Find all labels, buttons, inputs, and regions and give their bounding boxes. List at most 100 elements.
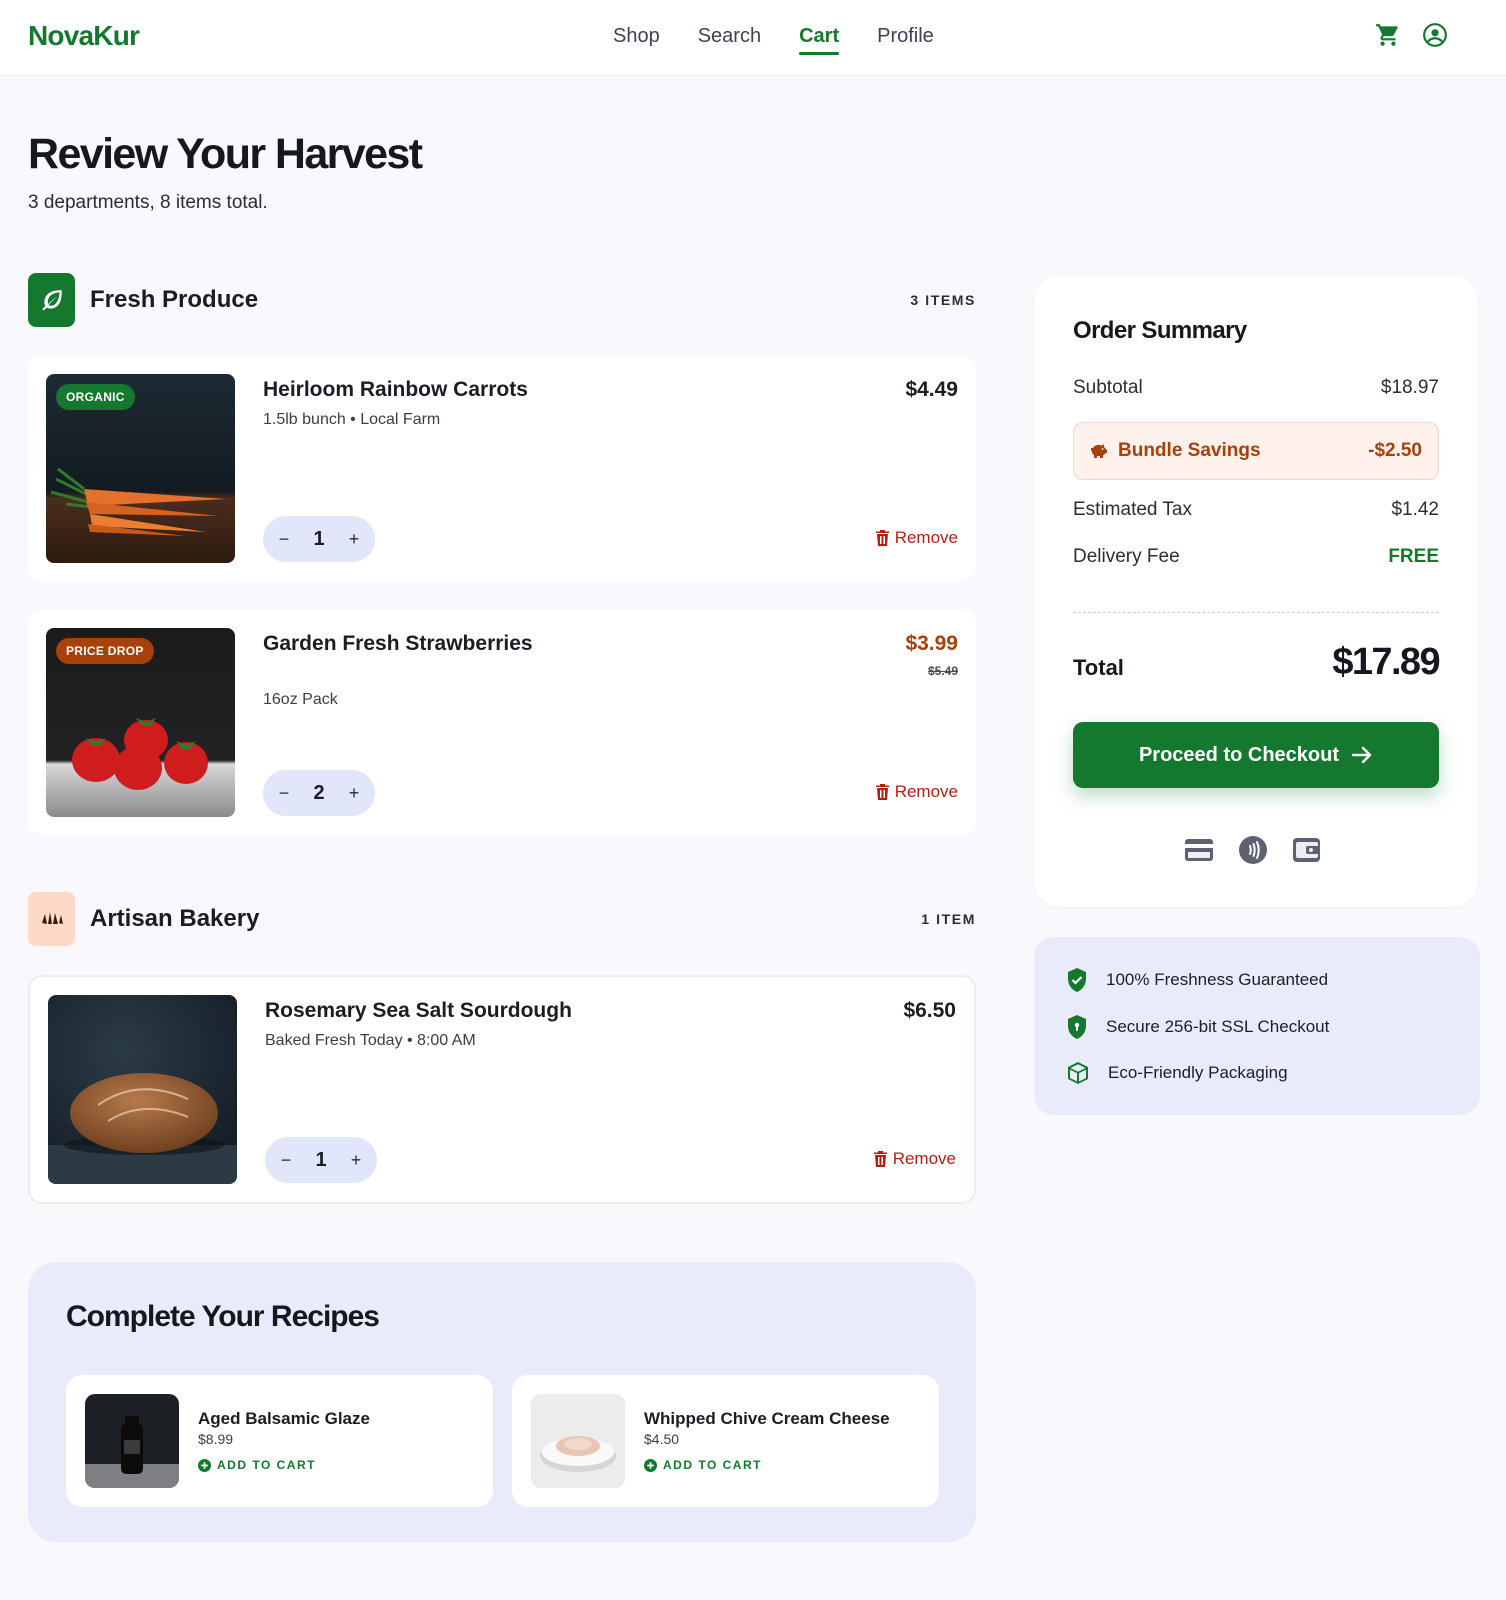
add-to-cart-label: ADD TO CART xyxy=(217,1458,316,1472)
quantity-value: 1 xyxy=(315,1148,327,1171)
product-badge: ORGANIC xyxy=(56,384,135,410)
quantity-value: 1 xyxy=(313,527,325,550)
summary-title: Order Summary xyxy=(1073,317,1247,344)
add-to-cart-label: ADD TO CART xyxy=(663,1458,762,1472)
trash-icon xyxy=(875,530,889,546)
add-to-cart-button[interactable]: ADD TO CART xyxy=(644,1458,762,1472)
department-header-produce: Fresh Produce 3 ITEMS xyxy=(28,273,976,327)
delivery-value: FREE xyxy=(1388,546,1439,567)
brand-logo[interactable]: NovaKur xyxy=(28,20,140,52)
product-name[interactable]: Heirloom Rainbow Carrots xyxy=(263,378,528,402)
credit-card-icon xyxy=(1185,839,1213,861)
product-price: $6.50 xyxy=(903,999,956,1022)
add-to-cart-button[interactable]: ADD TO CART xyxy=(198,1458,316,1472)
contactless-icon xyxy=(1239,836,1267,864)
trash-icon xyxy=(875,784,889,800)
shield-check-icon xyxy=(1068,968,1086,992)
cart-item-carrots: ORGANIC Heirloom Rainbow Carrots 1.5lb b… xyxy=(28,356,976,581)
product-name[interactable]: Rosemary Sea Salt Sourdough xyxy=(265,999,572,1023)
subtotal-value: $18.97 xyxy=(1380,377,1439,398)
nav-search[interactable]: Search xyxy=(698,25,761,48)
department-item-count: 3 ITEMS xyxy=(910,292,976,308)
nav-profile[interactable]: Profile xyxy=(877,25,934,48)
quantity-value: 2 xyxy=(313,781,325,804)
subtotal-label: Subtotal xyxy=(1073,377,1143,398)
tax-row: Estimated Tax $1.42 xyxy=(1073,499,1439,521)
increase-quantity-button[interactable]: + xyxy=(347,529,361,550)
department-item-count: 1 ITEM xyxy=(921,911,976,927)
product-meta: Baked Fresh Today • 8:00 AM xyxy=(265,1032,476,1049)
product-name[interactable]: Garden Fresh Strawberries xyxy=(263,632,533,656)
savings-value: -$2.50 xyxy=(1368,440,1422,461)
department-title: Fresh Produce xyxy=(90,286,259,313)
product-image-balsamic xyxy=(85,1394,179,1488)
nav-shop[interactable]: Shop xyxy=(613,25,660,48)
nav-cart[interactable]: Cart xyxy=(799,25,840,55)
total-value: $17.89 xyxy=(1332,641,1440,683)
product-image-strawberries[interactable]: PRICE DROP xyxy=(46,628,235,817)
plus-circle-icon xyxy=(644,1458,657,1472)
subtotal-row: Subtotal $18.97 xyxy=(1073,377,1439,399)
quantity-stepper: − 1 + xyxy=(265,1137,377,1183)
product-image-carrots[interactable]: ORGANIC xyxy=(46,374,235,563)
wallet-icon xyxy=(1293,838,1320,862)
plus-circle-icon xyxy=(198,1458,211,1472)
main-nav: Shop Search Cart Profile xyxy=(613,25,934,55)
proceed-to-checkout-button[interactable]: Proceed to Checkout xyxy=(1073,722,1439,788)
remove-item-button[interactable]: Remove xyxy=(875,782,958,802)
remove-label: Remove xyxy=(894,782,958,801)
product-image-cream-cheese xyxy=(531,1394,625,1488)
increase-quantity-button[interactable]: + xyxy=(347,783,361,804)
page-title: Review Your Harvest xyxy=(28,130,423,178)
summary-divider xyxy=(1073,612,1439,613)
remove-item-button[interactable]: Remove xyxy=(873,1149,956,1169)
croissant-icon xyxy=(28,892,75,946)
shield-lock-icon xyxy=(1068,1015,1086,1039)
page-subtitle: 3 departments, 8 items total. xyxy=(28,192,268,213)
department-header-bakery: Artisan Bakery 1 ITEM xyxy=(28,892,976,946)
product-price: $4.49 xyxy=(905,378,958,401)
cart-item-strawberries: PRICE DROP Garden Fresh Strawberries 16o… xyxy=(28,610,976,835)
leaf-icon xyxy=(28,273,75,327)
product-image-sourdough[interactable] xyxy=(48,995,237,1184)
remove-label: Remove xyxy=(892,1149,956,1168)
product-meta: 16oz Pack xyxy=(263,691,338,708)
increase-quantity-button[interactable]: + xyxy=(349,1150,363,1171)
product-sale-price: $3.99 xyxy=(905,632,958,655)
quantity-stepper: − 2 + xyxy=(263,770,375,816)
decrease-quantity-button[interactable]: − xyxy=(279,1150,293,1171)
payment-methods xyxy=(1184,835,1322,865)
top-navigation-bar: NovaKur Shop Search Cart Profile xyxy=(0,0,1506,76)
trust-item-freshness: 100% Freshness Guaranteed xyxy=(1066,967,1328,993)
product-meta: 1.5lb bunch • Local Farm xyxy=(263,411,441,428)
total-label: Total xyxy=(1073,655,1124,680)
trust-item-ssl: Secure 256-bit SSL Checkout xyxy=(1066,1014,1329,1040)
decrease-quantity-button[interactable]: − xyxy=(277,529,291,550)
order-summary-panel: Order Summary Subtotal $18.97 Bundle Sav… xyxy=(1034,275,1478,907)
account-icon[interactable] xyxy=(1422,22,1448,48)
decrease-quantity-button[interactable]: − xyxy=(277,783,291,804)
product-badge: PRICE DROP xyxy=(56,638,154,664)
delivery-row: Delivery Fee FREE xyxy=(1073,546,1439,568)
suggestion-name: Aged Balsamic Glaze xyxy=(198,1409,370,1428)
trust-badges-panel: 100% Freshness Guaranteed Secure 256-bit… xyxy=(1034,937,1480,1115)
product-original-price: $5.49 xyxy=(927,664,958,678)
bundle-savings-row: Bundle Savings -$2.50 xyxy=(1073,422,1439,480)
trust-text: Secure 256-bit SSL Checkout xyxy=(1106,1017,1330,1036)
tax-label: Estimated Tax xyxy=(1073,499,1192,520)
suggestion-card-balsamic[interactable]: Aged Balsamic Glaze $8.99 ADD TO CART xyxy=(66,1375,493,1507)
trust-text: 100% Freshness Guaranteed xyxy=(1106,970,1329,989)
remove-item-button[interactable]: Remove xyxy=(875,528,958,548)
tax-value: $1.42 xyxy=(1391,499,1439,520)
remove-label: Remove xyxy=(894,528,958,547)
department-title: Artisan Bakery xyxy=(90,905,260,932)
cart-icon[interactable] xyxy=(1375,22,1401,48)
trust-item-packaging: Eco-Friendly Packaging xyxy=(1066,1061,1288,1085)
delivery-label: Delivery Fee xyxy=(1073,546,1180,567)
package-icon xyxy=(1068,1062,1088,1084)
section-title: Complete Your Recipes xyxy=(66,1300,380,1333)
arrow-right-icon xyxy=(1351,746,1372,764)
suggestion-card-cream-cheese[interactable]: Whipped Chive Cream Cheese $4.50 ADD TO … xyxy=(512,1375,939,1507)
recipe-suggestions: Complete Your Recipes Aged Balsamic Glaz… xyxy=(28,1262,976,1542)
savings-label: Bundle Savings xyxy=(1118,440,1261,461)
